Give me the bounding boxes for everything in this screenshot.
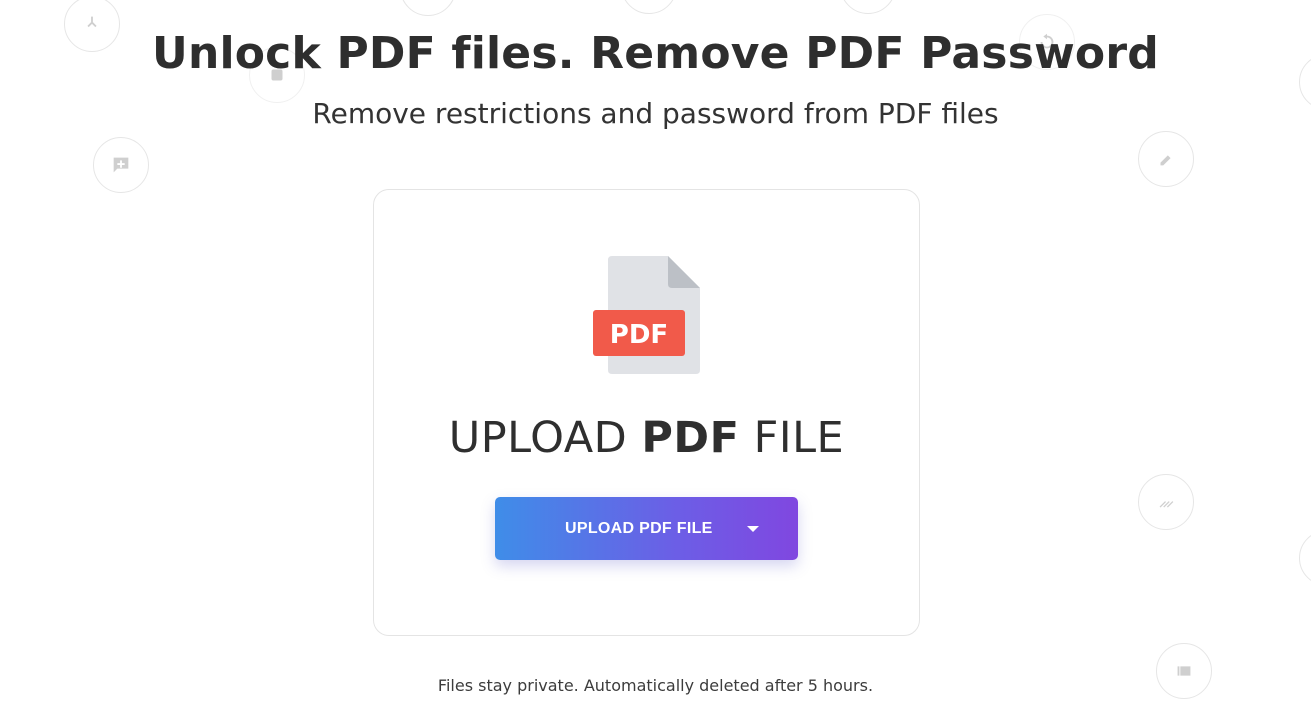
pdf-badge-label: PDF xyxy=(610,320,668,350)
upload-heading: UPLOAD PDF FILE xyxy=(374,413,919,463)
stripes-icon xyxy=(1138,474,1194,530)
upload-button-label: UPLOAD PDF FILE xyxy=(565,519,713,537)
top-circle-icon-2 xyxy=(621,0,677,14)
top-circle-icon-3 xyxy=(840,0,896,14)
add-comment-icon xyxy=(93,137,149,193)
upload-heading-suffix: FILE xyxy=(739,413,845,463)
upload-card[interactable]: PDF UPLOAD PDF FILE UPLOAD PDF FILE xyxy=(373,189,920,636)
top-circle-icon xyxy=(400,0,456,16)
page-title: Unlock PDF files. Remove PDF Password xyxy=(152,28,1159,79)
upload-heading-bold: PDF xyxy=(641,413,740,463)
pdf-file-icon: PDF xyxy=(593,256,700,374)
edit-icon xyxy=(1138,131,1194,187)
dropdown-caret-icon[interactable] xyxy=(746,525,759,532)
upload-pdf-file-button[interactable]: UPLOAD PDF FILE xyxy=(495,497,798,560)
privacy-note: Files stay private. Automatically delete… xyxy=(437,676,874,695)
upload-heading-prefix: UPLOAD xyxy=(448,413,642,463)
partial-circle-icon-2 xyxy=(1299,530,1311,586)
page-subtitle: Remove restrictions and password from PD… xyxy=(312,97,999,130)
